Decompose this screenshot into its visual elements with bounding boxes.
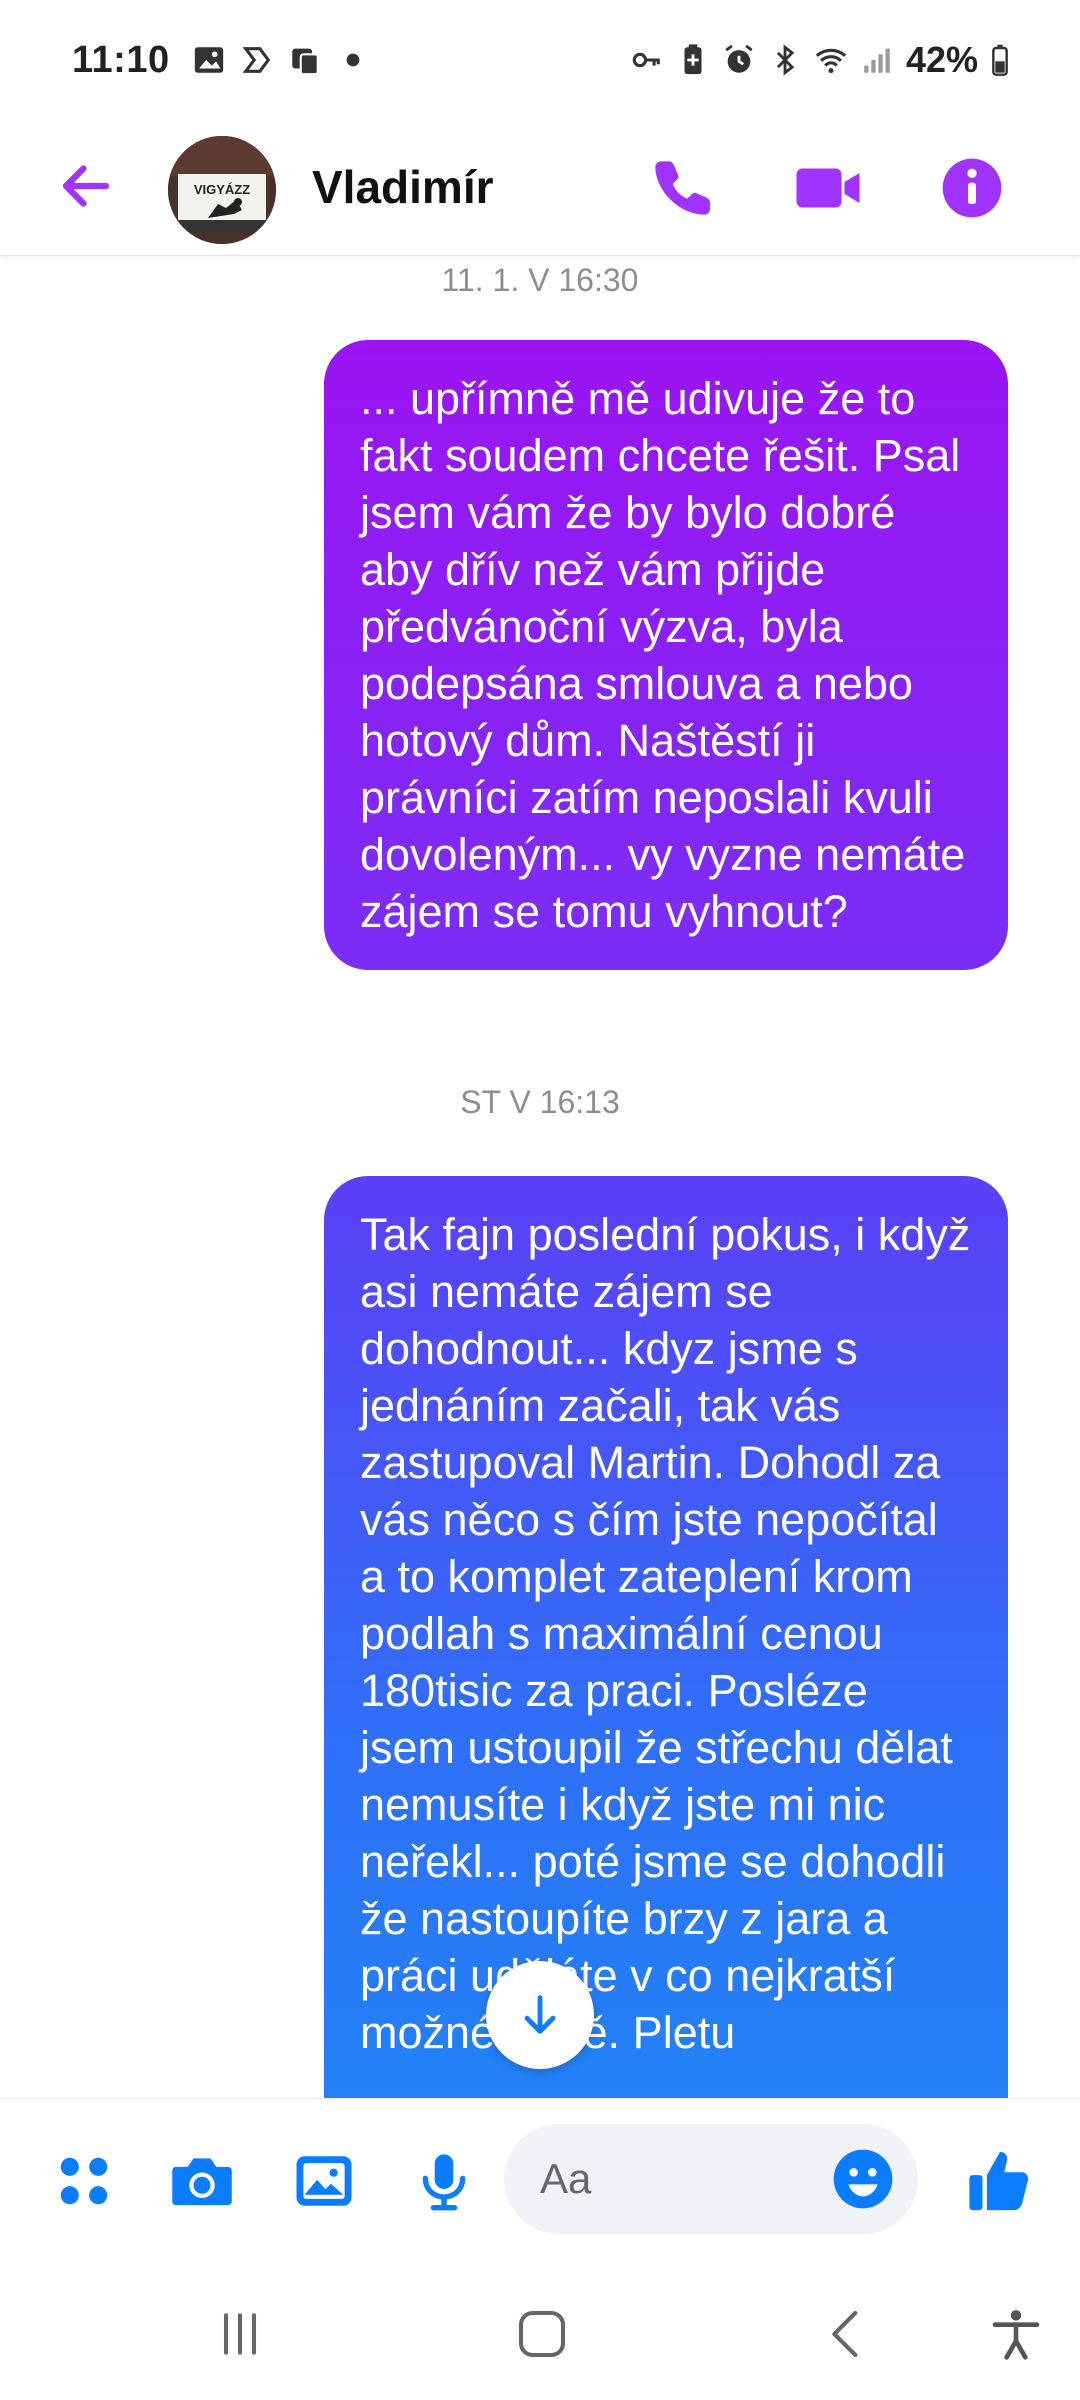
outgoing-message[interactable]: Tak fajn poslední pokus, i když asi nemá…: [324, 1176, 1008, 2098]
outgoing-message[interactable]: ... upřímně mě udivuje že to fakt soudem…: [324, 340, 1008, 970]
back-button[interactable]: [50, 150, 122, 222]
battery-icon: [990, 43, 1010, 77]
dot-icon: [336, 43, 370, 77]
back-nav-button[interactable]: [806, 2294, 886, 2374]
recent-apps-button[interactable]: [200, 2294, 280, 2374]
contact-name[interactable]: Vladimír: [312, 160, 494, 214]
like-icon: [969, 2151, 1029, 2211]
bluetooth-icon: [768, 43, 802, 77]
alarm-icon: [722, 43, 756, 77]
apps-icon: [60, 2157, 108, 2205]
message-composer: Aa: [0, 2098, 1080, 2258]
message-timestamp: 11. 1. V 16:30: [441, 262, 639, 298]
info-icon: [942, 158, 1002, 218]
notification-icon: [288, 43, 322, 77]
avatar[interactable]: VIGYÁZZ: [168, 136, 276, 244]
recent-apps-icon: [223, 2313, 257, 2355]
back-arrow-icon: [62, 165, 110, 207]
image-icon: [296, 2156, 352, 2206]
message-input[interactable]: Aa: [504, 2124, 918, 2234]
apps-button[interactable]: [44, 2141, 124, 2221]
audio-call-button[interactable]: [644, 150, 720, 226]
like-button[interactable]: [960, 2141, 1040, 2221]
arrow-down-icon: [524, 1995, 556, 2034]
emoji-icon: [833, 2149, 893, 2209]
home-button[interactable]: [502, 2294, 582, 2374]
key-icon: [630, 43, 664, 77]
wifi-icon: [814, 43, 848, 77]
gallery-button[interactable]: [284, 2141, 364, 2221]
message-input-placeholder: Aa: [540, 2155, 592, 2202]
battery-saver-icon: [676, 43, 710, 77]
video-camera-icon: [796, 168, 860, 208]
status-time: 11:10: [72, 38, 170, 81]
signal-icon: [860, 43, 894, 77]
system-navigation-bar: [0, 2258, 1080, 2400]
avatar-sign-text: VIGYÁZZ: [194, 182, 250, 197]
accessibility-button[interactable]: [976, 2294, 1056, 2374]
status-left-icons: [192, 43, 370, 77]
status-right: 42%: [630, 39, 1010, 81]
message-timestamp: ST V 16:13: [460, 1084, 620, 1120]
microphone-icon: [422, 2154, 466, 2211]
scroll-to-bottom-button[interactable]: [486, 1961, 594, 2069]
voice-message-button[interactable]: [404, 2141, 484, 2221]
phone-icon: [655, 161, 710, 215]
sync-icon: [240, 43, 274, 77]
emoji-button[interactable]: [828, 2144, 898, 2214]
home-icon: [518, 2310, 566, 2358]
chevron-left-icon: [832, 2310, 858, 2358]
camera-icon: [172, 2158, 232, 2206]
info-button[interactable]: [934, 150, 1010, 226]
battery-level: 42%: [905, 39, 978, 80]
accessibility-icon: [992, 2310, 1040, 2360]
camera-button[interactable]: [162, 2141, 242, 2221]
message-thread[interactable]: 11. 1. V 16:30 ... upřímně mě udivuje že…: [0, 256, 1080, 2098]
chat-header: VIGYÁZZ Vladimír: [0, 120, 1080, 256]
video-call-button[interactable]: [790, 150, 866, 226]
gallery-icon: [192, 43, 226, 77]
status-bar: 11:10 42%: [0, 0, 1080, 120]
